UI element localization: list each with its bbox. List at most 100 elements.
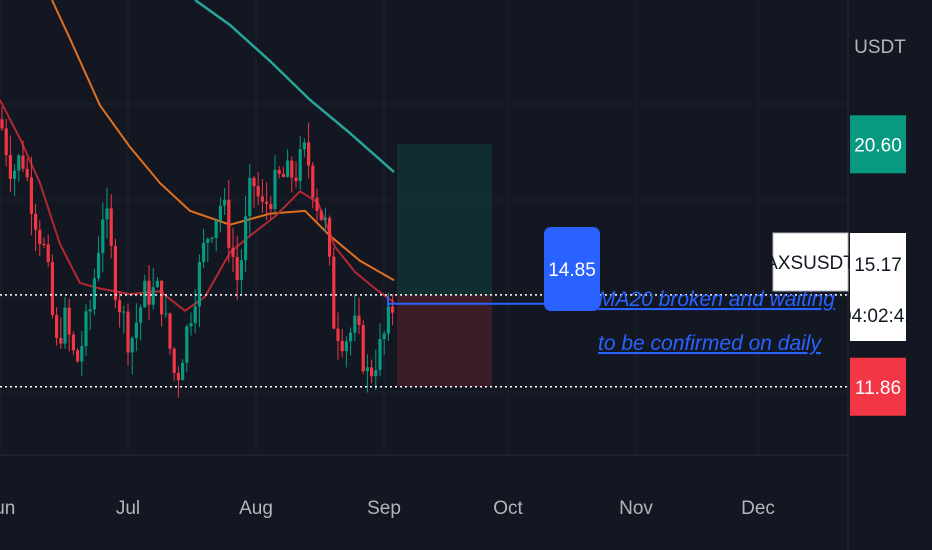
candle-body [151,287,155,305]
candle-body [382,333,386,340]
candle-body [307,142,311,166]
candle-body [218,205,222,221]
candle-body [340,340,344,352]
candle-body [126,311,130,353]
annotation-text[interactable]: MA20 broken and waiting to be confirmed o… [598,288,835,355]
take-profit-zone[interactable] [397,144,492,295]
time-label-oct: Oct [493,498,523,519]
candle-body [260,196,264,202]
last-price-value: 15.17 [854,255,902,276]
price-tag-11.86: 11.86 [850,357,906,416]
candle-body [113,245,117,301]
candle-body [168,313,172,349]
candle-body [185,326,189,363]
symbol-tag[interactable]: AXSUSDT [765,232,855,292]
candle-body [101,219,105,254]
candle-body [97,253,101,279]
candle-body [374,370,378,377]
time-label-jun: Jun [0,498,15,519]
candle-body [8,155,12,180]
time-label-dec: Dec [741,498,775,519]
candle-body [298,149,302,181]
candle-body [353,315,357,333]
candle-body [189,323,193,327]
candle-body [252,177,256,187]
candle-body [349,332,353,342]
candle-body [244,216,248,261]
candle-body [210,237,214,239]
candle-body [391,306,395,313]
candle-body [265,201,269,204]
horizontal-level-label[interactable]: 14.85 [544,227,600,311]
candle-body [50,261,54,316]
candle-body [294,177,298,181]
candle-body [0,119,4,129]
candle-body [29,177,33,214]
candle-body [302,142,306,150]
candle-body [248,177,252,217]
horizontal-level-value: 14.85 [548,260,596,281]
last-price-tag[interactable]: 15.17 04:02:41 [841,233,915,341]
candle-body [378,339,382,371]
time-label-sep: Sep [367,498,401,519]
candle-body [332,256,336,329]
candle-body [214,220,218,238]
candle-body [46,244,50,262]
candle-body [155,280,159,288]
candle-body [21,155,25,169]
candle-body [71,334,75,351]
currency-label: USDT [854,37,906,58]
candle-body [67,307,71,335]
candle-body [130,338,134,353]
candle-body [164,313,168,315]
candle-body [105,208,109,220]
candle-body [160,280,164,315]
candle-body [256,186,260,197]
candle-body [118,300,122,313]
candle-body [139,307,143,323]
time-label-jul: Jul [116,498,140,519]
candle-body [273,169,277,209]
candle-body [176,372,180,381]
candle-body [319,210,323,220]
time-label-aug: Aug [239,498,273,519]
price-tag-20.60: 20.60 [850,115,906,174]
candle-body [206,238,210,243]
time-axis: Jun Jul Aug Sep Oct Nov Dec [0,498,775,519]
candle-body [336,328,340,341]
candle-body [59,337,63,344]
candle-body [290,160,294,178]
candle-body [172,348,176,373]
candle-body [227,199,231,248]
symbol-name: AXSUSDT [765,253,855,274]
candle-body [143,280,147,308]
candle-body [361,325,365,372]
candle-body [147,280,151,305]
candle-body [357,315,361,326]
candle-body [25,168,29,178]
candle-body [311,165,315,198]
candle-body [34,213,38,230]
svg-text:11.86: 11.86 [855,378,901,399]
price-chart[interactable]: 14.85 MA20 broken and waiting to be confi… [0,0,932,550]
candle-body [122,311,126,313]
candle-body [55,315,59,338]
candle-body [365,367,369,372]
stop-loss-zone[interactable] [397,294,492,387]
candle-body [281,173,285,177]
ma200-line [194,0,395,173]
candle-body [38,229,42,244]
candle-body [277,169,281,174]
candle-body [181,362,185,381]
candle-body [315,197,319,211]
time-label-nov: Nov [619,498,653,519]
candle-body [42,243,46,245]
candle-body [80,346,84,362]
candle-body [223,199,227,206]
candle-body [4,128,8,156]
candle-body [197,262,201,307]
candle-body [344,341,348,352]
candle-body [370,367,374,377]
candle-body [92,278,96,310]
bar-countdown: 04:02:41 [841,306,915,327]
